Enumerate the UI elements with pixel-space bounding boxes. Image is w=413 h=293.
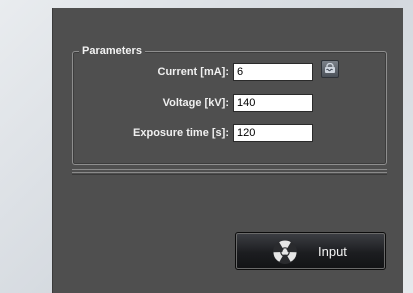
divider: [72, 169, 387, 170]
link-lock-button[interactable]: [321, 60, 339, 78]
divider: [72, 172, 387, 173]
radiation-icon: [273, 240, 297, 264]
current-label: Current [mA]:: [157, 66, 230, 78]
parameters-group: Parameters Current [mA]: Voltage [kV]: E…: [72, 45, 387, 165]
input-button[interactable]: Input: [235, 232, 386, 270]
voltage-input[interactable]: [233, 94, 313, 112]
parameters-title: Parameters: [79, 45, 145, 58]
divider: [72, 174, 387, 175]
voltage-label: Voltage [kV]:: [162, 97, 229, 109]
exposure-input[interactable]: [233, 124, 313, 142]
exposure-row: Exposure time [s]:: [73, 124, 386, 144]
exposure-label: Exposure time [s]:: [133, 127, 229, 139]
current-row: Current [mA]:: [73, 63, 386, 83]
voltage-row: Voltage [kV]:: [73, 94, 386, 114]
input-button-label: Input: [318, 244, 347, 259]
lock-link-icon: [325, 63, 335, 73]
current-input[interactable]: [233, 63, 313, 81]
